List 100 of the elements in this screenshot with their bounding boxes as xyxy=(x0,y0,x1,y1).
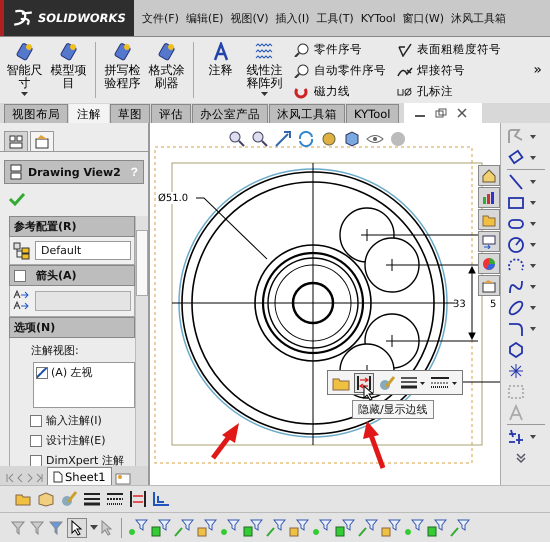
menu-item[interactable]: 文件(F) xyxy=(142,10,179,26)
sheet-tab[interactable]: Sheet1 xyxy=(47,467,112,485)
menu-item[interactable]: KYTool xyxy=(360,12,396,24)
caret-icon[interactable] xyxy=(530,134,536,138)
linear-dimension[interactable]: 5 xyxy=(490,299,496,310)
checkbox[interactable] xyxy=(30,414,42,426)
panel-tab[interactable] xyxy=(30,131,54,151)
filter-icon[interactable] xyxy=(312,518,332,536)
point-icon[interactable] xyxy=(507,362,525,380)
more-button[interactable]: » xyxy=(529,62,546,78)
filter-icon[interactable] xyxy=(243,518,263,536)
filter-icon[interactable] xyxy=(10,520,26,536)
filter-icon[interactable] xyxy=(174,518,194,536)
caret-icon[interactable] xyxy=(530,284,536,288)
ribbon-button[interactable]: 注释 xyxy=(200,40,241,79)
tab[interactable]: 草图 xyxy=(110,104,150,123)
section-header[interactable]: 选项(N) xyxy=(9,317,135,338)
ribbon-button[interactable]: 孔标注 xyxy=(395,82,503,101)
checkbox[interactable] xyxy=(14,270,26,282)
line-weight-icon[interactable] xyxy=(83,490,101,508)
checkbox[interactable] xyxy=(30,454,42,466)
panel-tab[interactable] xyxy=(4,131,28,151)
filter-icon[interactable] xyxy=(289,518,309,536)
caret-icon[interactable] xyxy=(530,242,536,246)
configuration-dropdown[interactable]: Default xyxy=(35,241,131,260)
filter-icon[interactable] xyxy=(151,518,171,536)
chevron-down-icon[interactable] xyxy=(515,452,527,464)
checkbox[interactable] xyxy=(30,434,42,446)
menu-item[interactable]: 视图(V) xyxy=(230,10,269,26)
checkbox[interactable] xyxy=(36,366,48,378)
baseline-icon[interactable] xyxy=(152,490,170,508)
ribbon-button[interactable]: 自动零件序号 xyxy=(292,61,388,80)
close-icon[interactable] xyxy=(456,108,468,118)
tab[interactable]: KYTool xyxy=(346,104,398,123)
task-pane-tab[interactable] xyxy=(478,275,500,296)
ellipse-icon[interactable] xyxy=(507,298,525,316)
filter-icon[interactable] xyxy=(358,518,378,536)
filter-icon[interactable] xyxy=(29,520,45,536)
caret-icon[interactable] xyxy=(530,434,536,438)
filter-icon[interactable] xyxy=(220,518,240,536)
ribbon-button[interactable]: 格式涂刷器 xyxy=(146,40,187,92)
list-item[interactable]: (A) 左视 xyxy=(51,365,93,380)
ribbon-button[interactable]: 智能尺寸 xyxy=(4,40,45,98)
filter-icon[interactable] xyxy=(128,518,148,536)
ok-check-icon[interactable] xyxy=(9,192,25,206)
circle-icon[interactable] xyxy=(507,236,525,254)
rotate-icon[interactable] xyxy=(297,130,315,148)
section-header[interactable]: 参考配置(R) xyxy=(9,216,135,237)
diameter-dimension[interactable]: Ø51.0 xyxy=(158,193,188,204)
ribbon-button[interactable]: 线性注释阵列 xyxy=(244,40,285,98)
tab[interactable]: 沐风工具箱 xyxy=(269,104,345,123)
filter-icon[interactable] xyxy=(450,518,470,536)
filter-icon[interactable] xyxy=(335,518,355,536)
line-style-icon[interactable] xyxy=(430,374,458,390)
arrow-field[interactable] xyxy=(35,291,131,311)
filter-icon[interactable] xyxy=(266,518,286,536)
filter-icon[interactable] xyxy=(48,520,64,536)
select-button[interactable] xyxy=(67,518,87,538)
ribbon-button[interactable]: 焊接符号 xyxy=(395,61,503,80)
caret-icon[interactable] xyxy=(530,200,536,204)
menu-item[interactable]: 工具(T) xyxy=(316,10,354,26)
task-pane-tab[interactable] xyxy=(478,231,500,252)
filter-icon[interactable] xyxy=(404,518,424,536)
view-list[interactable]: (A) 左视 xyxy=(33,362,135,408)
add-sheet-icon[interactable] xyxy=(114,472,131,485)
ribbon-button[interactable]: 磁力线 xyxy=(292,82,388,101)
line-icon[interactable] xyxy=(507,172,525,190)
polygon-icon[interactable] xyxy=(507,340,525,358)
ribbon-button[interactable]: 拼写检验程序 xyxy=(102,40,143,92)
filter-icon[interactable] xyxy=(427,518,447,536)
caret-icon[interactable] xyxy=(530,222,536,226)
caret-icon[interactable] xyxy=(90,525,98,530)
restore-icon[interactable] xyxy=(434,108,446,118)
tab[interactable]: 办公室产品 xyxy=(192,104,268,123)
tab[interactable]: 评估 xyxy=(151,104,191,123)
menu-item[interactable]: 插入(I) xyxy=(276,10,310,26)
section-header[interactable]: 箭头(A) xyxy=(9,265,135,286)
tab[interactable]: 注解 xyxy=(69,104,109,123)
filter-icon[interactable] xyxy=(197,518,217,536)
zoom-fit-icon[interactable] xyxy=(228,130,246,148)
caret-icon[interactable] xyxy=(530,180,536,184)
caret-icon[interactable] xyxy=(530,156,536,160)
hide-show-edges-button[interactable] xyxy=(354,372,374,392)
linear-dimension[interactable]: 33 xyxy=(453,299,466,310)
menu-item[interactable]: 窗口(W) xyxy=(402,10,444,26)
diamond-icon[interactable] xyxy=(507,148,525,166)
caret-icon[interactable] xyxy=(530,326,536,330)
ribbon-button[interactable]: 模型项目 xyxy=(48,40,89,92)
cube-icon[interactable] xyxy=(343,130,361,148)
filter-icon[interactable] xyxy=(381,518,401,536)
caret-icon[interactable] xyxy=(530,306,536,310)
ribbon-button[interactable]: 零件序号 xyxy=(292,40,388,59)
line-style-icon[interactable] xyxy=(106,490,124,508)
tab[interactable]: 视图布局 xyxy=(4,104,68,123)
box-icon[interactable] xyxy=(37,490,55,508)
menu-item[interactable]: 编辑(E) xyxy=(186,10,224,26)
ribbon-button[interactable]: 表面粗糙度符号 xyxy=(395,40,503,59)
menu-item[interactable]: 沐风工具箱 xyxy=(451,10,506,26)
hide-edges-icon[interactable] xyxy=(129,490,147,508)
caret-icon[interactable] xyxy=(530,264,536,268)
